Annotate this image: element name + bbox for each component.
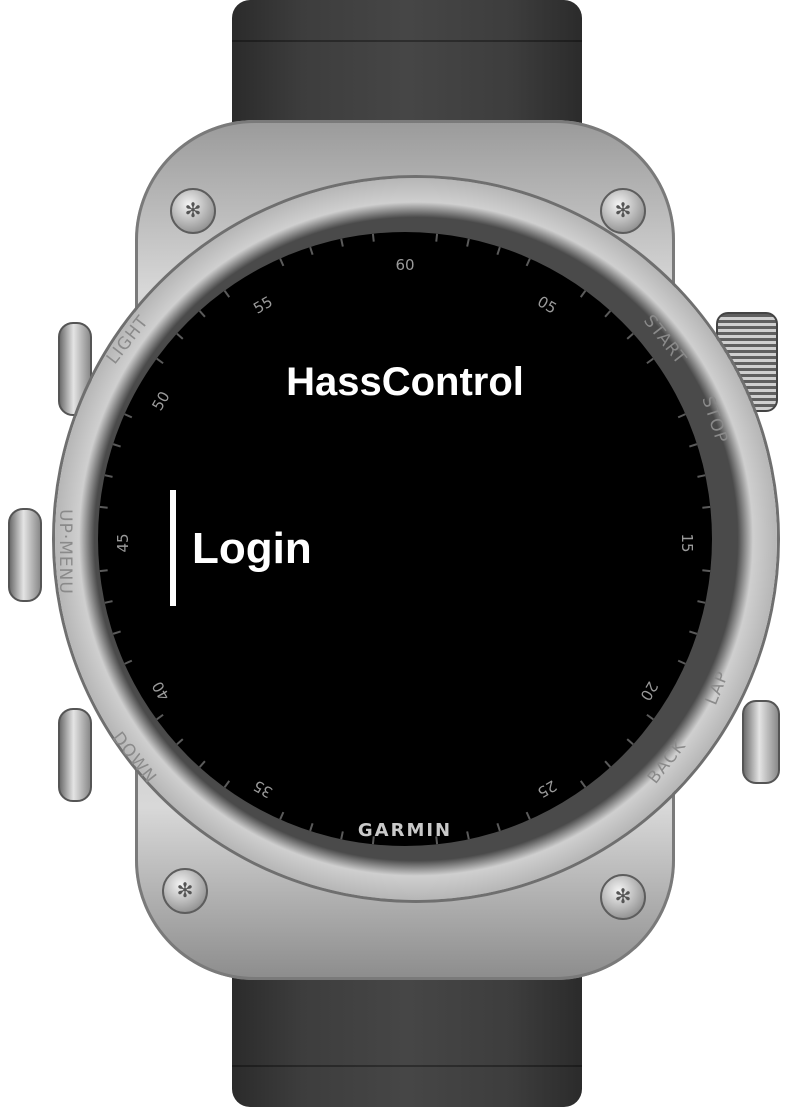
dial-tick bbox=[279, 811, 285, 820]
dial-tick bbox=[435, 233, 439, 242]
dial-tick bbox=[702, 569, 711, 573]
dial-tick bbox=[104, 600, 113, 604]
dial-tick bbox=[626, 332, 634, 340]
dial-number: 35 bbox=[250, 776, 276, 802]
dial-tick bbox=[496, 246, 501, 255]
dial-tick bbox=[689, 630, 698, 635]
dial-number: 45 bbox=[114, 533, 132, 553]
screw-icon: ✻ bbox=[600, 188, 646, 234]
dial-tick bbox=[99, 505, 108, 509]
screw-icon: ✻ bbox=[162, 868, 208, 914]
strap-groove bbox=[232, 1065, 582, 1067]
dial-tick bbox=[525, 811, 531, 820]
dial-tick bbox=[579, 780, 587, 788]
dial-tick bbox=[604, 760, 612, 768]
screw-icon: ✻ bbox=[170, 188, 216, 234]
dial-tick bbox=[176, 738, 184, 746]
dial-tick bbox=[646, 713, 654, 721]
dial-tick bbox=[223, 290, 231, 298]
app-title: HassControl bbox=[286, 360, 524, 404]
up-menu-button[interactable] bbox=[8, 508, 42, 602]
bezel-label-up-menu: UP·MENU bbox=[54, 509, 75, 595]
dial-number: 60 bbox=[395, 256, 415, 274]
dial-number: 20 bbox=[636, 678, 662, 704]
dial-tick bbox=[697, 474, 706, 478]
dial-tick bbox=[124, 413, 133, 419]
dial-number: 40 bbox=[148, 678, 174, 704]
dial-tick bbox=[579, 290, 587, 298]
dial-tick bbox=[626, 738, 634, 746]
dial-tick bbox=[702, 505, 711, 509]
menu-item-login[interactable]: Login bbox=[192, 524, 312, 574]
selection-indicator bbox=[170, 490, 176, 606]
dial-tick bbox=[689, 443, 698, 448]
dial-number: 05 bbox=[534, 292, 560, 318]
dial-tick bbox=[525, 258, 531, 267]
dial-tick bbox=[156, 713, 164, 721]
dial-number: 55 bbox=[250, 292, 276, 318]
dial-tick bbox=[112, 630, 121, 635]
watch-screen: 60 05 15 20 25 35 40 45 50 55 GARMIN Has… bbox=[98, 232, 712, 846]
dial-tick bbox=[124, 659, 133, 665]
dial-tick bbox=[697, 600, 706, 604]
brand-logo: GARMIN bbox=[357, 820, 453, 841]
dial-tick bbox=[104, 474, 113, 478]
dial-tick bbox=[604, 310, 612, 318]
dial-tick bbox=[112, 443, 121, 448]
dial-tick bbox=[340, 238, 344, 247]
dial-tick bbox=[198, 760, 206, 768]
dial-tick bbox=[371, 233, 375, 242]
dial-tick bbox=[677, 659, 686, 665]
dial-tick bbox=[223, 780, 231, 788]
back-lap-button[interactable] bbox=[742, 700, 780, 784]
dial-tick bbox=[279, 258, 285, 267]
dial-tick bbox=[309, 246, 314, 255]
down-button[interactable] bbox=[58, 708, 92, 802]
dial-tick bbox=[176, 332, 184, 340]
strap-groove bbox=[232, 40, 582, 42]
screw-icon: ✻ bbox=[600, 874, 646, 920]
dial-tick bbox=[99, 569, 108, 573]
dial-tick bbox=[677, 413, 686, 419]
dial-tick bbox=[198, 310, 206, 318]
dial-number: 25 bbox=[534, 776, 560, 802]
dial-number: 15 bbox=[678, 533, 696, 553]
dial-tick bbox=[466, 238, 470, 247]
